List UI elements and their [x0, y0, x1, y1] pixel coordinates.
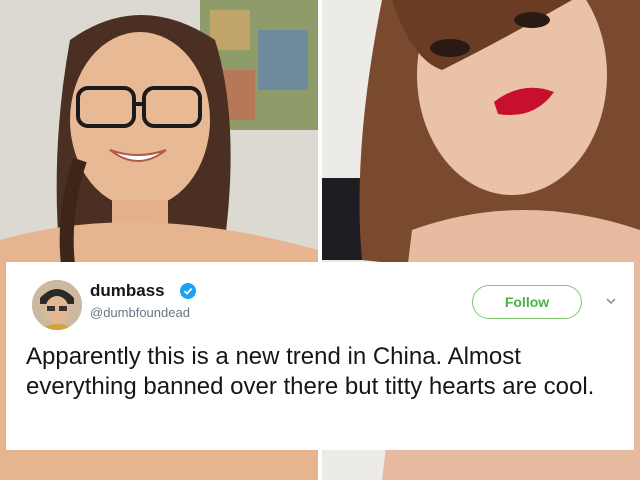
follow-button[interactable]: Follow — [472, 285, 582, 319]
avatar-image — [32, 280, 82, 330]
display-name[interactable]: dumbass — [90, 281, 165, 301]
tweet-card: dumbass @dumbfoundead Follow Apparently … — [6, 262, 634, 450]
verified-badge-icon — [180, 283, 196, 299]
user-handle[interactable]: @dumbfoundead — [90, 305, 190, 320]
avatar[interactable] — [32, 280, 82, 330]
chevron-down-icon[interactable] — [604, 294, 618, 308]
tweet-text: Apparently this is a new trend in China.… — [26, 343, 595, 400]
